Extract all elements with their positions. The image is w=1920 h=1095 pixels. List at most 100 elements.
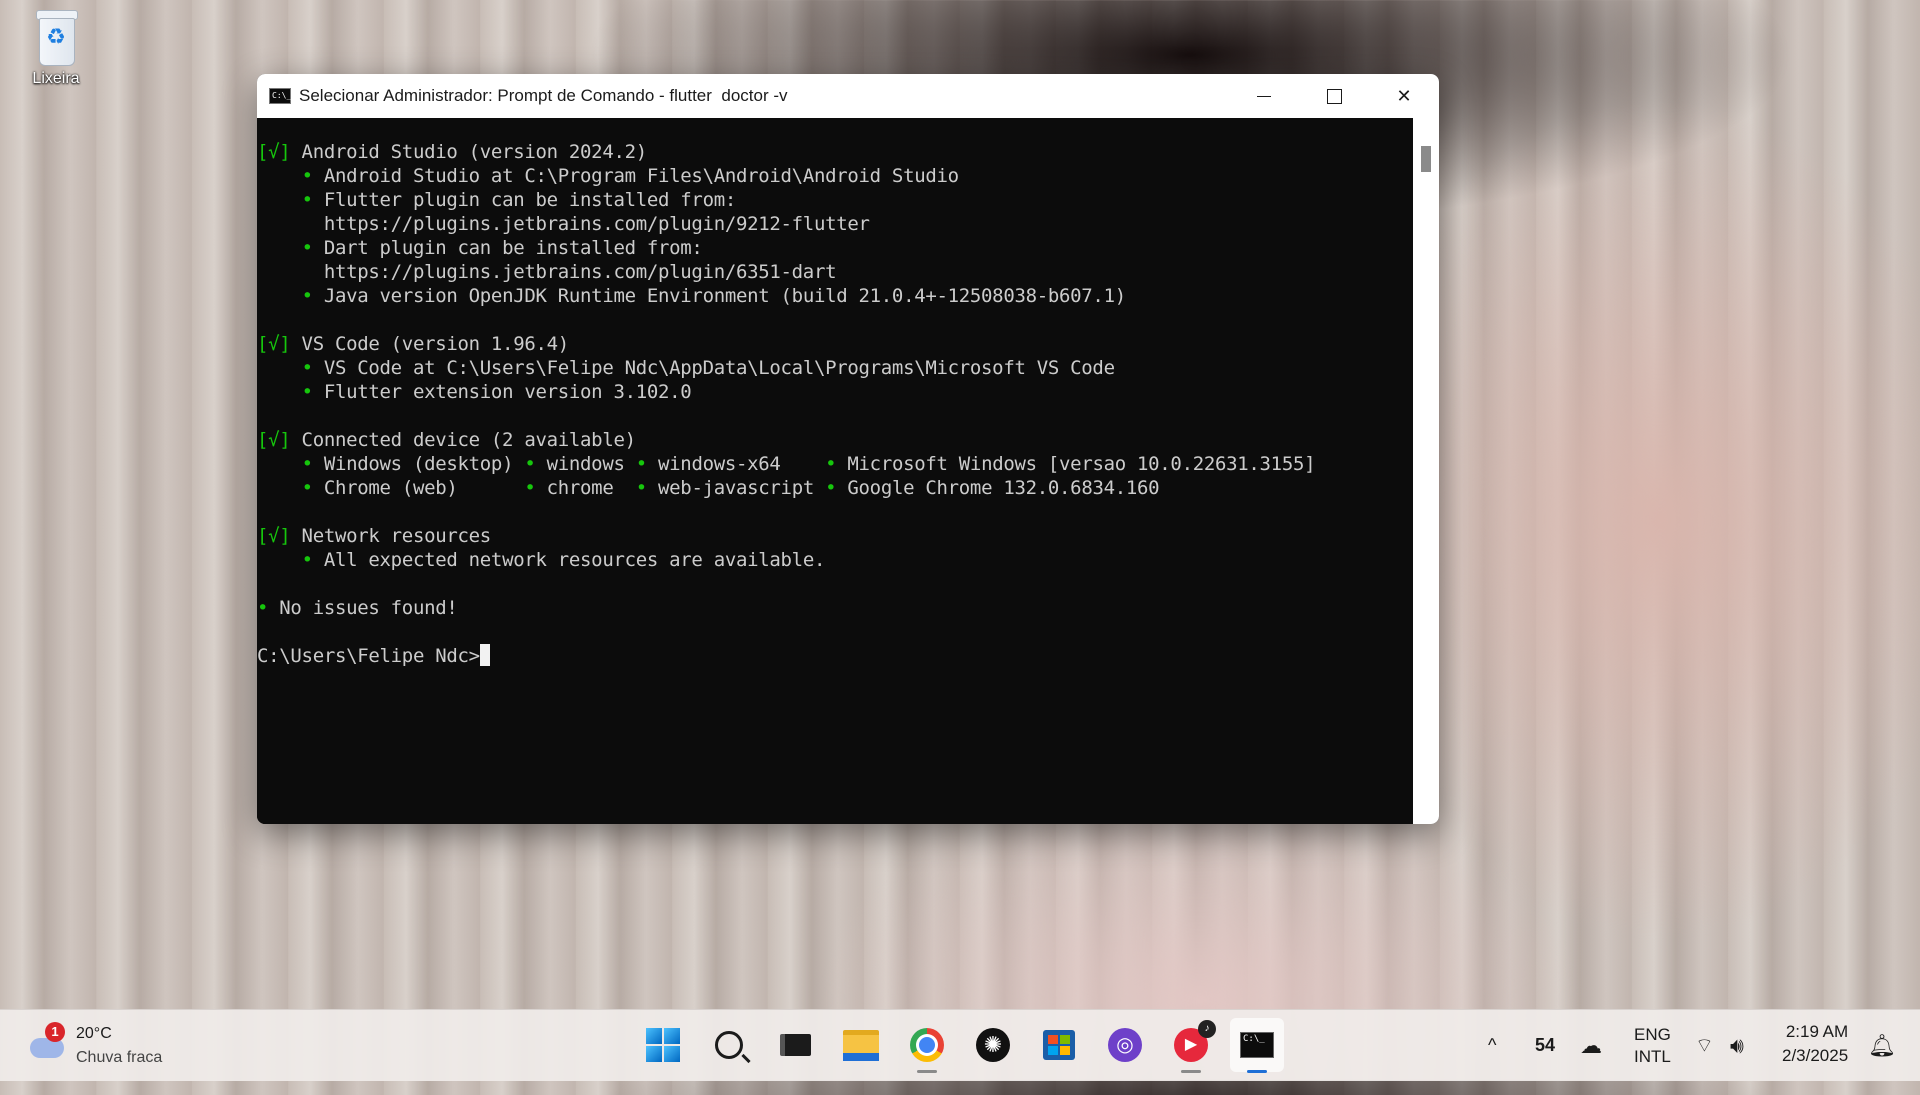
close-icon: ✕ — [1396, 85, 1412, 106]
terminal-line: • VS Code at C:\Users\Felipe Ndc\AppData… — [257, 356, 1413, 380]
notification-badge: 1 — [45, 1022, 65, 1042]
clock[interactable]: 2:19 AM 2/3/2025 — [1782, 1010, 1848, 1091]
command-prompt-line[interactable]: C:\Users\Felipe Ndc> — [257, 644, 1413, 668]
show-hidden-icons-button[interactable]: ^ — [1488, 1010, 1496, 1081]
title-bar[interactable]: C:\_ Selecionar Administrador: Prompt de… — [257, 74, 1439, 118]
chatgpt-button[interactable]: ✺ — [966, 1018, 1020, 1072]
line-text: • Chrome (web) • chrome • web-javascript… — [301, 477, 1160, 499]
line-text: • All expected network resources are ava… — [301, 549, 826, 571]
status-mark: [√] — [257, 525, 291, 547]
recycle-bin-desktop-icon[interactable]: ♻ Lixeira — [18, 8, 94, 88]
terminal-line: • All expected network resources are ava… — [257, 548, 1413, 572]
weather-temperature: 20°C — [76, 1025, 112, 1042]
keyboard-layout: INTL — [1634, 1047, 1671, 1066]
status-mark: • — [257, 597, 269, 619]
taskbar: 1 20°C Chuva fraca ✺ ◎ ▶ ♪ C:\_ ^ 54 ☁ E… — [0, 1009, 1920, 1081]
line-text: No issues found! — [268, 597, 458, 619]
wifi-icon[interactable]: ⌔ — [1695, 1010, 1714, 1081]
window-title: Selecionar Administrador: Prompt de Coma… — [299, 86, 788, 105]
search-button[interactable] — [702, 1018, 756, 1072]
terminal-line: [√] Network resources — [257, 524, 1413, 548]
terminal-line: • Flutter extension version 3.102.0 — [257, 380, 1413, 404]
cmd-icon: C:\_ — [1240, 1032, 1274, 1058]
line-text: VS Code (version 1.96.4) — [290, 333, 570, 355]
status-mark: [√] — [257, 429, 291, 451]
terminal-line: • Windows (desktop) • windows • windows-… — [257, 452, 1413, 476]
file-explorer-button[interactable] — [834, 1018, 888, 1072]
chatgpt-icon: ✺ — [976, 1028, 1010, 1062]
weather-condition: Chuva fraca — [76, 1049, 163, 1066]
line-text: • Windows (desktop) • windows • windows-… — [301, 453, 1316, 475]
volume-icon[interactable]: 🔊︎ — [1730, 1010, 1744, 1081]
language-code: ENG — [1634, 1025, 1671, 1044]
terminal-line: • Android Studio at C:\Program Files\And… — [257, 164, 1413, 188]
scrollbar-thumb[interactable] — [1421, 146, 1431, 172]
task-view-button[interactable] — [768, 1018, 822, 1072]
terminal-line: • Java version OpenJDK Runtime Environme… — [257, 284, 1413, 308]
maximize-button[interactable] — [1299, 74, 1369, 118]
terminal-line: https://plugins.jetbrains.com/plugin/635… — [257, 260, 1413, 284]
line-text: • Flutter plugin can be installed from: — [301, 189, 737, 211]
terminal-output[interactable]: [√] Android Studio (version 2024.2) • An… — [257, 118, 1413, 824]
command-prompt-taskbar-button[interactable]: C:\_ — [1230, 1018, 1284, 1073]
prompt-path: C:\Users\Felipe Ndc> — [257, 645, 480, 667]
language-indicator[interactable]: ENG INTL — [1634, 1010, 1671, 1095]
taskbar-apps: ✺ ◎ ▶ ♪ C:\_ — [636, 1018, 1296, 1073]
maximize-icon — [1326, 88, 1342, 104]
windows-logo-icon — [646, 1028, 680, 1062]
minimize-button[interactable] — [1229, 74, 1299, 118]
command-prompt-window[interactable]: C:\_ Selecionar Administrador: Prompt de… — [257, 74, 1439, 824]
line-text: https://plugins.jetbrains.com/plugin/921… — [257, 213, 870, 235]
line-text: • VS Code at C:\Users\Felipe Ndc\AppData… — [301, 357, 1115, 379]
folder-icon — [843, 1029, 879, 1061]
store-icon — [1043, 1030, 1075, 1060]
line-text: • Dart plugin can be installed from: — [301, 237, 703, 259]
status-mark: [√] — [257, 141, 291, 163]
terminal-lines: [√] Android Studio (version 2024.2) • An… — [257, 118, 1413, 668]
clock-time: 2:19 AM — [1785, 1022, 1849, 1041]
chrome-icon — [910, 1028, 944, 1062]
text-cursor — [479, 644, 490, 666]
line-text: • Android Studio at C:\Program Files\And… — [301, 165, 960, 187]
notification-bell-icon[interactable]: 🔔︎ — [1868, 1010, 1896, 1081]
status-mark: [√] — [257, 333, 291, 355]
close-button[interactable]: ✕ — [1369, 74, 1439, 118]
media-player-button[interactable]: ▶ ♪ — [1164, 1018, 1218, 1073]
weather-widget[interactable]: 1 20°C Chuva fraca — [28, 1022, 162, 1070]
cmd-app-icon: C:\_ — [269, 88, 291, 104]
terminal-line: https://plugins.jetbrains.com/plugin/921… — [257, 212, 1413, 236]
terminal-line: • No issues found! — [257, 596, 1413, 620]
github-icon: ◎ — [1108, 1028, 1142, 1062]
start-button[interactable] — [636, 1018, 690, 1072]
line-text: Network resources — [290, 525, 492, 547]
terminal-line: • Flutter plugin can be installed from: — [257, 188, 1413, 212]
line-text: • Java version OpenJDK Runtime Environme… — [301, 285, 1127, 307]
line-text: • Flutter extension version 3.102.0 — [301, 381, 692, 403]
rain-cloud-icon: 1 — [28, 1022, 66, 1064]
line-text: Connected device (2 available) — [290, 429, 636, 451]
tray-number[interactable]: 54 — [1535, 1010, 1555, 1081]
microsoft-store-button[interactable] — [1032, 1018, 1086, 1072]
github-desktop-button[interactable]: ◎ — [1098, 1018, 1152, 1072]
minimize-icon — [1257, 95, 1271, 97]
recycle-bin-icon: ♻ — [32, 8, 80, 66]
onedrive-icon[interactable]: ☁ — [1580, 1010, 1602, 1081]
recycle-bin-label: Lixeira — [32, 70, 80, 87]
line-text: Android Studio (version 2024.2) — [290, 141, 648, 163]
clock-date: 2/3/2025 — [1782, 1046, 1849, 1065]
chrome-button[interactable] — [900, 1018, 954, 1073]
chevron-up-icon: ^ — [1488, 1035, 1497, 1055]
terminal-line: • Dart plugin can be installed from: — [257, 236, 1413, 260]
terminal-line: [√] Android Studio (version 2024.2) — [257, 140, 1413, 164]
line-text: https://plugins.jetbrains.com/plugin/635… — [257, 261, 837, 283]
vertical-scrollbar[interactable] — [1413, 118, 1439, 824]
terminal-line: [√] Connected device (2 available) — [257, 428, 1413, 452]
play-icon: ▶ ♪ — [1174, 1020, 1216, 1062]
terminal-line: • Chrome (web) • chrome • web-javascript… — [257, 476, 1413, 500]
task-view-icon — [779, 1034, 811, 1056]
